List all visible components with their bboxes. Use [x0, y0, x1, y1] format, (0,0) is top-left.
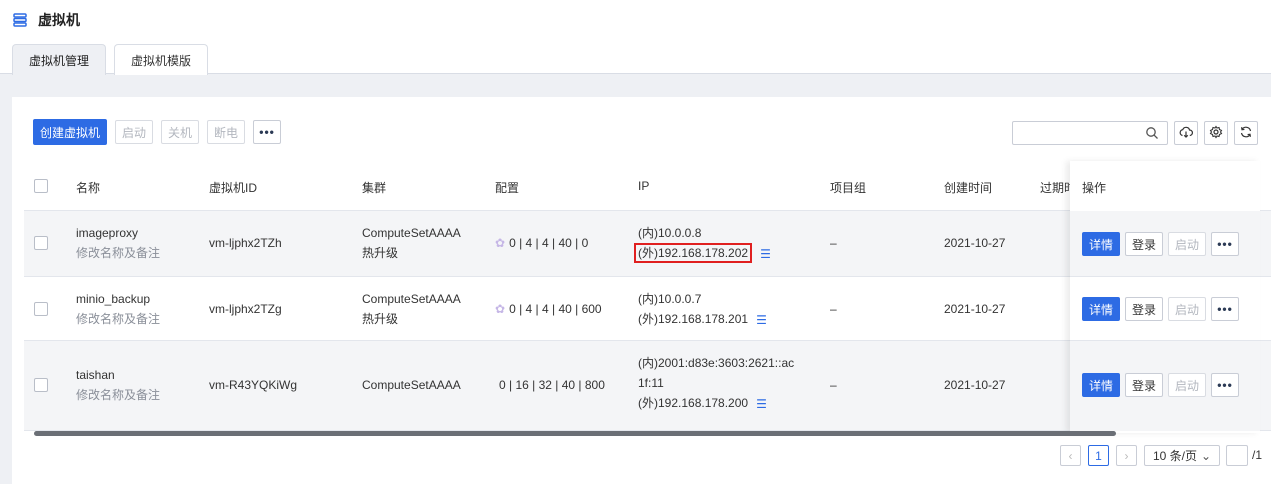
- vm-name: taishan: [76, 368, 115, 382]
- gear-icon: [1209, 125, 1223, 142]
- shutdown-button[interactable]: 关机: [161, 120, 200, 144]
- config-value: 0 | 4 | 4 | 40 | 0: [509, 236, 589, 250]
- edit-name-link[interactable]: 修改名称及备注: [76, 243, 160, 263]
- cloud-download-icon: [1179, 125, 1193, 142]
- total-pages: /1: [1252, 448, 1263, 462]
- login-button[interactable]: 登录: [1125, 232, 1164, 256]
- column-header-name[interactable]: 名称: [76, 179, 100, 196]
- start-vm-button[interactable]: 启动: [1168, 373, 1207, 397]
- vm-name: minio_backup: [76, 292, 151, 306]
- column-header-created[interactable]: 创建时间: [944, 179, 992, 196]
- column-header-actions: 操作: [1082, 181, 1107, 195]
- login-button[interactable]: 登录: [1125, 297, 1164, 321]
- chevron-down-icon: ⌄: [1200, 449, 1211, 463]
- refresh-button[interactable]: [1234, 121, 1258, 145]
- hot-upgrade-tag: 热升级: [362, 312, 399, 326]
- edit-name-link[interactable]: 修改名称及备注: [76, 385, 160, 405]
- cluster-name: ComputeSetAAAA: [362, 292, 461, 306]
- detail-button[interactable]: 详情: [1082, 297, 1121, 321]
- row-actions: 详情 登录 启动 •••: [1082, 297, 1240, 321]
- cluster-name: ComputeSetAAAA: [362, 378, 461, 392]
- cluster-name: ComputeSetAAAA: [362, 226, 461, 240]
- project-value: –: [830, 236, 837, 250]
- column-header-cluster[interactable]: 集群: [362, 179, 386, 196]
- config-gear-icon: ✿: [495, 302, 506, 316]
- ip-external: (外)192.168.178.201: [638, 312, 749, 326]
- row-more-button[interactable]: •••: [1211, 232, 1240, 256]
- row-checkbox[interactable]: [34, 236, 48, 250]
- login-button[interactable]: 登录: [1125, 373, 1164, 397]
- start-vm-button[interactable]: 启动: [1168, 232, 1207, 256]
- project-value: –: [830, 302, 837, 316]
- tab-bar: 虚拟机管理 虚拟机模版: [0, 40, 1271, 75]
- config-gear-icon: ✿: [495, 236, 506, 250]
- detail-button[interactable]: 详情: [1082, 232, 1121, 256]
- settings-button[interactable]: [1204, 121, 1228, 145]
- create-vm-button[interactable]: 创建虚拟机: [33, 119, 108, 145]
- edit-name-link[interactable]: 修改名称及备注: [76, 309, 160, 329]
- ip-external: (外)192.168.178.202: [634, 243, 753, 263]
- poweroff-button[interactable]: 断电: [207, 120, 246, 144]
- refresh-icon: [1239, 125, 1253, 142]
- more-actions-button[interactable]: •••: [253, 120, 282, 144]
- tab-vm-templates[interactable]: 虚拟机模版: [114, 44, 209, 75]
- created-date: 2021-10-27: [944, 302, 1006, 316]
- ip-external: (外)192.168.178.200: [638, 396, 749, 410]
- main-panel: 创建虚拟机 启动 关机 断电 ••• 名称 虚拟机ID 集群 配置 IP 项目组…: [12, 97, 1271, 484]
- search-input[interactable]: [1012, 121, 1168, 145]
- column-header-config[interactable]: 配置: [495, 179, 519, 196]
- row-more-button[interactable]: •••: [1211, 297, 1240, 321]
- created-date: 2021-10-27: [944, 236, 1006, 250]
- chevron-left-icon: ‹: [1068, 448, 1073, 463]
- page-number-button[interactable]: 1: [1088, 445, 1109, 466]
- ip-internal: (内)10.0.0.7: [638, 292, 702, 306]
- server-list-icon: [12, 12, 28, 28]
- row-actions: 详情 登录 启动 •••: [1082, 232, 1240, 256]
- search-icon[interactable]: [1145, 126, 1159, 140]
- horizontal-scrollbar[interactable]: [34, 431, 1116, 436]
- next-page-button[interactable]: ›: [1116, 445, 1137, 466]
- column-header-vm-id[interactable]: 虚拟机ID: [209, 179, 257, 196]
- chevron-right-icon: ›: [1124, 448, 1129, 463]
- project-value: –: [830, 378, 837, 392]
- detail-button[interactable]: 详情: [1082, 373, 1121, 397]
- page-size-value: 10 条/页: [1153, 449, 1198, 463]
- ip-list-icon[interactable]: ☰: [760, 244, 771, 264]
- cloud-download-button[interactable]: [1174, 121, 1198, 145]
- ip-internal-cont: 1f:11: [638, 376, 664, 390]
- start-button[interactable]: 启动: [115, 120, 154, 144]
- config-value: 0 | 4 | 4 | 40 | 600: [509, 302, 602, 316]
- tab-vm-management[interactable]: 虚拟机管理: [12, 44, 107, 75]
- column-header-ip[interactable]: IP: [638, 179, 649, 193]
- select-all-checkbox[interactable]: [34, 179, 48, 193]
- row-more-button[interactable]: •••: [1211, 373, 1240, 397]
- page-jump-input[interactable]: [1226, 445, 1248, 466]
- vm-id: vm-R43YQKiWg: [209, 378, 298, 392]
- prev-page-button[interactable]: ‹: [1060, 445, 1081, 466]
- ip-internal: (内)2001:d83e:3603:2621::ac: [638, 356, 795, 370]
- page-title: 虚拟机: [38, 12, 80, 28]
- page-header: 虚拟机: [0, 0, 1271, 40]
- vm-name: imageproxy: [76, 226, 139, 240]
- start-vm-button[interactable]: 启动: [1168, 297, 1207, 321]
- ip-list-icon[interactable]: ☰: [756, 310, 767, 330]
- operations-column: 操作 详情 登录 启动 ••• 详情 登录 启动 ••• 详情 登录 启动 ••…: [1070, 161, 1260, 433]
- row-checkbox[interactable]: [34, 378, 48, 392]
- toolbar: 创建虚拟机 启动 关机 断电 •••: [33, 119, 282, 145]
- hot-upgrade-tag: 热升级: [362, 246, 399, 260]
- column-header-project[interactable]: 项目组: [830, 179, 866, 196]
- row-actions: 详情 登录 启动 •••: [1082, 373, 1240, 397]
- vm-id: vm-ljphx2TZh: [209, 236, 282, 250]
- config-value: 0 | 16 | 32 | 40 | 800: [499, 378, 605, 392]
- row-checkbox[interactable]: [34, 302, 48, 316]
- vm-id: vm-ljphx2TZg: [209, 302, 282, 316]
- ip-list-icon[interactable]: ☰: [756, 394, 767, 414]
- created-date: 2021-10-27: [944, 378, 1006, 392]
- page-size-select[interactable]: 10 条/页 ⌄: [1144, 445, 1220, 466]
- ip-internal: (内)10.0.0.8: [638, 226, 702, 240]
